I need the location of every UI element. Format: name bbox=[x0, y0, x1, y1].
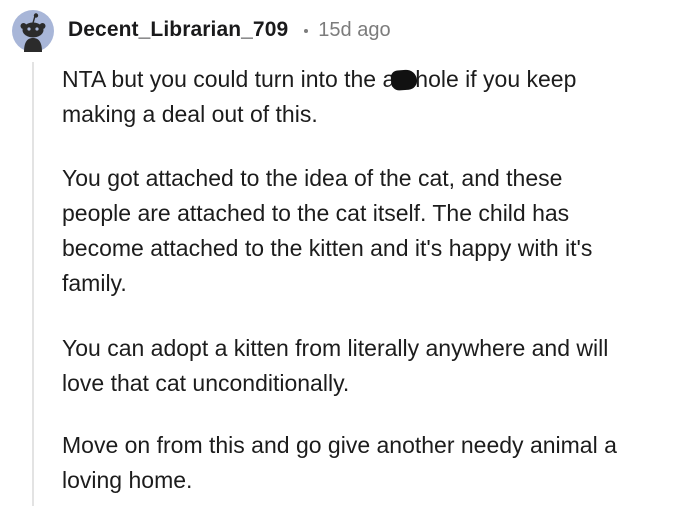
text-line: You got attached to the idea of the cat,… bbox=[62, 165, 563, 191]
separator-dot bbox=[304, 29, 309, 33]
timestamp[interactable]: 15d ago bbox=[318, 19, 390, 42]
text-line: loving home. bbox=[62, 467, 193, 493]
paragraph-1: NTA but you could turn into the a hole if… bbox=[62, 62, 688, 132]
thread-line[interactable] bbox=[32, 62, 34, 506]
comment: Decent_Librarian_709 15d ago NTA but you… bbox=[0, 0, 700, 506]
text-line: people are attached to the cat itself. T… bbox=[62, 200, 570, 226]
paragraph-4: Move on from this and go give another ne… bbox=[62, 428, 688, 498]
text-line: You can adopt a kitten from literally an… bbox=[62, 335, 609, 361]
paragraph-3: You can adopt a kitten from literally an… bbox=[62, 331, 688, 401]
avatar[interactable] bbox=[12, 10, 54, 52]
text-line: family. bbox=[62, 270, 127, 296]
text-line: Move on from this and go give another ne… bbox=[62, 432, 617, 458]
text-line: love that cat unconditionally. bbox=[62, 370, 350, 396]
comment-header: Decent_Librarian_709 15d ago bbox=[68, 15, 391, 45]
username-link[interactable]: Decent_Librarian_709 bbox=[68, 18, 288, 42]
paragraph-2: You got attached to the idea of the cat,… bbox=[62, 161, 688, 301]
text-line: NTA but you could turn into the a hole if… bbox=[62, 66, 577, 92]
text-line: making a deal out of this. bbox=[62, 101, 318, 127]
redaction-mark bbox=[390, 69, 418, 91]
text-line: become attached to the kitten and it's h… bbox=[62, 235, 593, 261]
